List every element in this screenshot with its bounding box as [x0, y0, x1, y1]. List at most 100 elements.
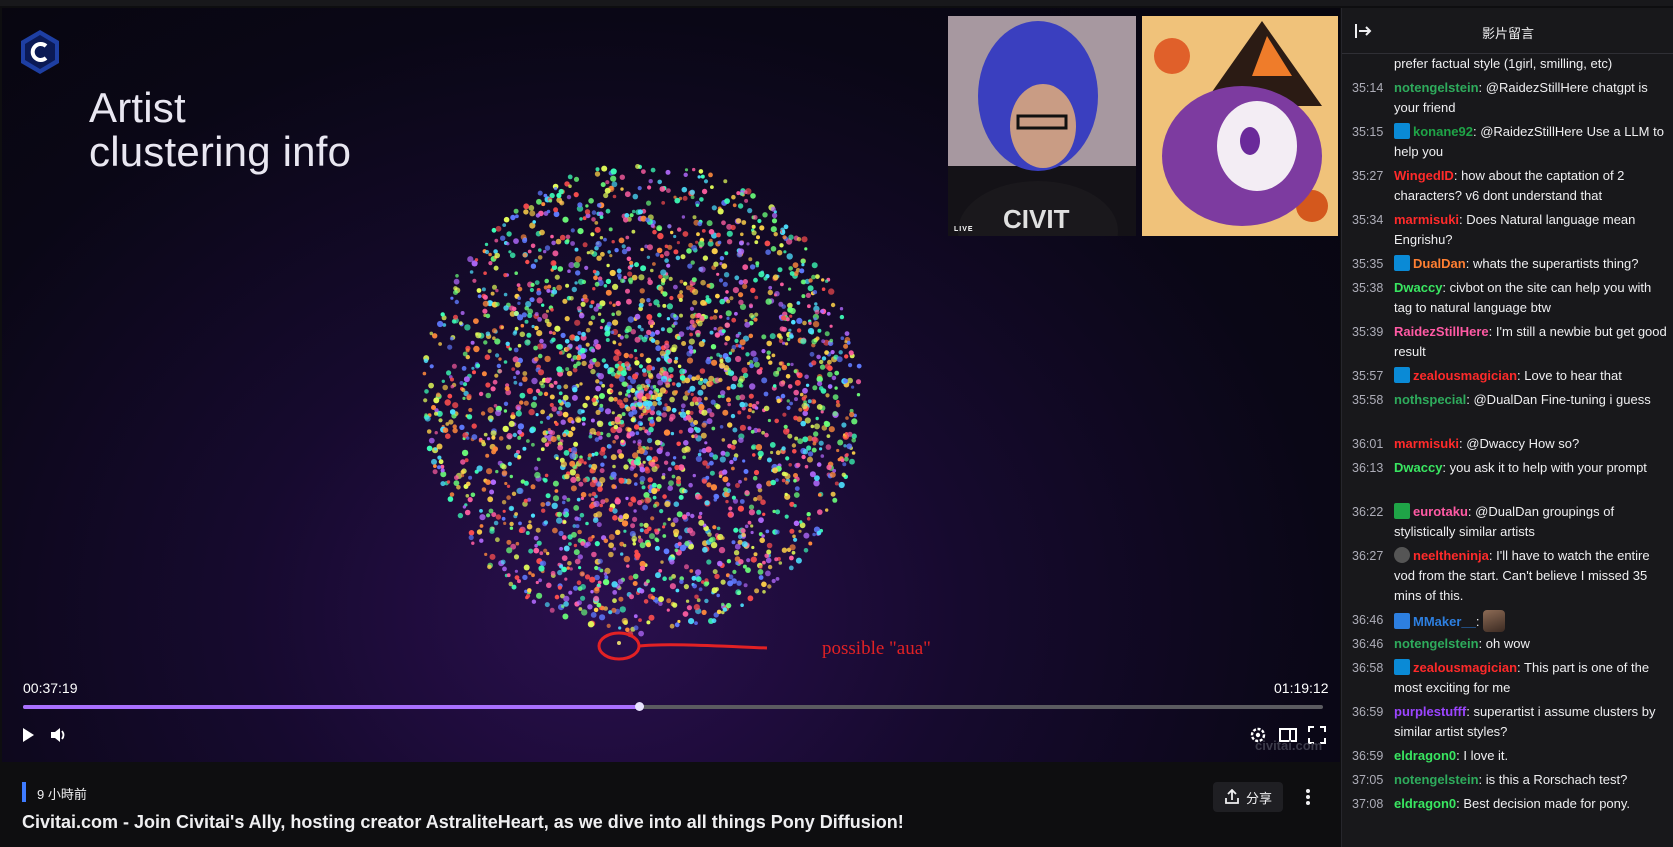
total-time: 01:19:12	[1274, 680, 1329, 696]
chat-username[interactable]: zealousmagician	[1413, 368, 1517, 383]
chat-text: Best decision made for pony.	[1463, 796, 1631, 811]
chat-timestamp: 35:38	[1352, 281, 1384, 295]
chat-username[interactable]: notengelstein	[1394, 772, 1479, 787]
chat-username[interactable]: eldragon0	[1394, 796, 1456, 811]
chat-message: 36:59 purplestufff: superartist i assume …	[1352, 702, 1667, 739]
green-badge-icon[interactable]	[1394, 503, 1410, 519]
chat-text: @Dwaccy How so?	[1466, 436, 1580, 451]
face-emote-icon	[1483, 610, 1506, 632]
chat-username[interactable]: nothspecial	[1394, 392, 1466, 407]
chat-timestamp: 37:05	[1352, 773, 1384, 787]
chat-colon: :	[1488, 548, 1497, 563]
chat-message: 36:46 notengelstein: oh wow	[1352, 634, 1667, 654]
chat-message: 36:01 marmisuki: @Dwaccy How so?	[1352, 434, 1667, 454]
progress-bar[interactable]	[23, 702, 1323, 711]
progress-fill	[23, 705, 640, 709]
chat-colon: :	[1475, 614, 1484, 629]
chat-colon: :	[1478, 772, 1486, 787]
video-title: Civitai.com - Join Civitai's Ally, hosti…	[22, 812, 904, 832]
chat-timestamp: 35:34	[1352, 213, 1384, 227]
chat-message-body: notengelstein: @RaidezStillHere chatgpt …	[1394, 78, 1667, 118]
chat-text: you ask it to help with your prompt	[1449, 460, 1647, 475]
share-button[interactable]: 分享	[1213, 782, 1283, 812]
chat-username[interactable]: eldragon0	[1394, 748, 1456, 763]
chat-username[interactable]: zealousmagician	[1413, 660, 1517, 675]
chat-panel: 影片留言 prefer factual style (1girl, smilli…	[1341, 8, 1673, 847]
chat-username[interactable]: WingedID	[1394, 168, 1454, 183]
crown-badge-icon[interactable]	[1394, 123, 1410, 139]
chat-timestamp: 36:59	[1352, 749, 1384, 763]
live-tag: LIVE	[954, 226, 974, 233]
more-options-button[interactable]	[1298, 784, 1318, 810]
chat-message-body: eurotaku: @DualDan groupings of stylisti…	[1394, 502, 1667, 542]
chat-text: oh wow	[1485, 636, 1530, 651]
share-label: 分享	[1245, 790, 1272, 806]
chat-username[interactable]: RaidezStillHere	[1394, 324, 1489, 339]
chat-message-body: marmisuki: Does Natural language mean En…	[1394, 210, 1667, 250]
chat-username[interactable]: MMaker__	[1413, 614, 1476, 629]
chat-username[interactable]: Dwaccy	[1394, 460, 1442, 475]
pony-avatar-image	[1142, 16, 1338, 236]
crown-badge-icon[interactable]	[1394, 367, 1410, 383]
blue-badge-icon[interactable]	[1394, 613, 1410, 629]
webcam-person-icon: CIVIT	[948, 16, 1136, 236]
chat-username[interactable]: marmisuki	[1394, 212, 1459, 227]
volume-button[interactable]	[48, 724, 70, 746]
crown-badge-icon[interactable]	[1394, 255, 1410, 271]
chat-timestamp: 35:35	[1352, 257, 1384, 271]
chat-message-body: zealousmagician: This part is one of the…	[1394, 658, 1667, 698]
play-button[interactable]	[17, 724, 39, 746]
chat-colon: :	[1442, 460, 1450, 475]
crown-badge-icon[interactable]	[1394, 659, 1410, 675]
chat-timestamp: 35:57	[1352, 369, 1384, 383]
chat-username[interactable]: eurotaku	[1413, 504, 1468, 519]
chat-username[interactable]: neeltheninja	[1413, 548, 1489, 563]
chat-message: 35:38 Dwaccy: civbot on the site can help…	[1352, 278, 1667, 315]
chat-message-body: prefer factual style (1girl, smilling, e…	[1394, 54, 1667, 74]
chat-username[interactable]: Dwaccy	[1394, 280, 1442, 295]
chat-message: 35:34 marmisuki: Does Natural language me…	[1352, 210, 1667, 247]
chat-message: 37:08 eldragon0: Best decision made for p…	[1352, 794, 1667, 814]
chat-header: 影片留言	[1342, 8, 1673, 54]
chat-message-body: zealousmagician: Love to hear that	[1394, 366, 1667, 386]
chat-message-body: purplestufff: superartist i assume clust…	[1394, 702, 1667, 742]
top-bar	[0, 0, 1673, 6]
chat-timestamp: 36:13	[1352, 461, 1384, 475]
chat-message-list[interactable]: prefer factual style (1girl, smilling, e…	[1342, 54, 1673, 847]
chat-timestamp: 35:14	[1352, 81, 1384, 95]
chat-message: 35:14 notengelstein: @RaidezStillHere cha…	[1352, 78, 1667, 115]
chat-timestamp: 36:01	[1352, 437, 1384, 451]
progress-knob[interactable]	[635, 702, 645, 711]
chat-username[interactable]: notengelstein	[1394, 80, 1479, 95]
civitai-logo-icon	[21, 30, 59, 74]
chat-message: 36:58 zealousmagician: This part is one o…	[1352, 658, 1667, 695]
chat-username[interactable]: purplestufff	[1394, 704, 1466, 719]
chat-message-body: WingedID: how about the captation of 2 c…	[1394, 166, 1667, 206]
chat-message-body: neeltheninja: I'll have to watch the ent…	[1394, 546, 1667, 606]
chat-message: 35:35 DualDan: whats the superartists thi…	[1352, 254, 1667, 274]
chat-message: 35:15 konane92: @RaidezStillHere Use a LL…	[1352, 122, 1667, 159]
watermark: civitai.com	[1255, 738, 1323, 753]
chat-timestamp: 36:46	[1352, 613, 1384, 627]
chat-message-body: notengelstein: oh wow	[1394, 634, 1667, 654]
chat-timestamp: 35:39	[1352, 325, 1384, 339]
annotation-label: possible "aua"	[822, 638, 931, 659]
speaker-icon	[51, 728, 65, 742]
chat-colon: :	[1442, 280, 1450, 295]
video-player[interactable]: Artist clustering info possible "aua" CI…	[2, 8, 1340, 762]
chat-text: whats the superartists thing?	[1472, 256, 1639, 271]
chat-username[interactable]: notengelstein	[1394, 636, 1479, 651]
chat-message-body: MMaker__:	[1394, 610, 1667, 632]
chat-timestamp: 36:46	[1352, 637, 1384, 651]
chat-username[interactable]: marmisuki	[1394, 436, 1459, 451]
chat-username[interactable]: DualDan	[1413, 256, 1466, 271]
chat-message-body: notengelstein: is this a Rorschach test?	[1394, 770, 1667, 790]
more-vertical-icon	[1306, 789, 1310, 805]
chat-text: I love it.	[1463, 748, 1509, 763]
chat-username[interactable]: konane92	[1413, 124, 1473, 139]
chat-colon: :	[1478, 80, 1486, 95]
chat-colon: :	[1488, 324, 1496, 339]
avatar-badge-icon[interactable]	[1394, 547, 1410, 563]
chat-timestamp: 37:08	[1352, 797, 1384, 811]
chat-message: 36:46 MMaker__:	[1352, 610, 1667, 632]
